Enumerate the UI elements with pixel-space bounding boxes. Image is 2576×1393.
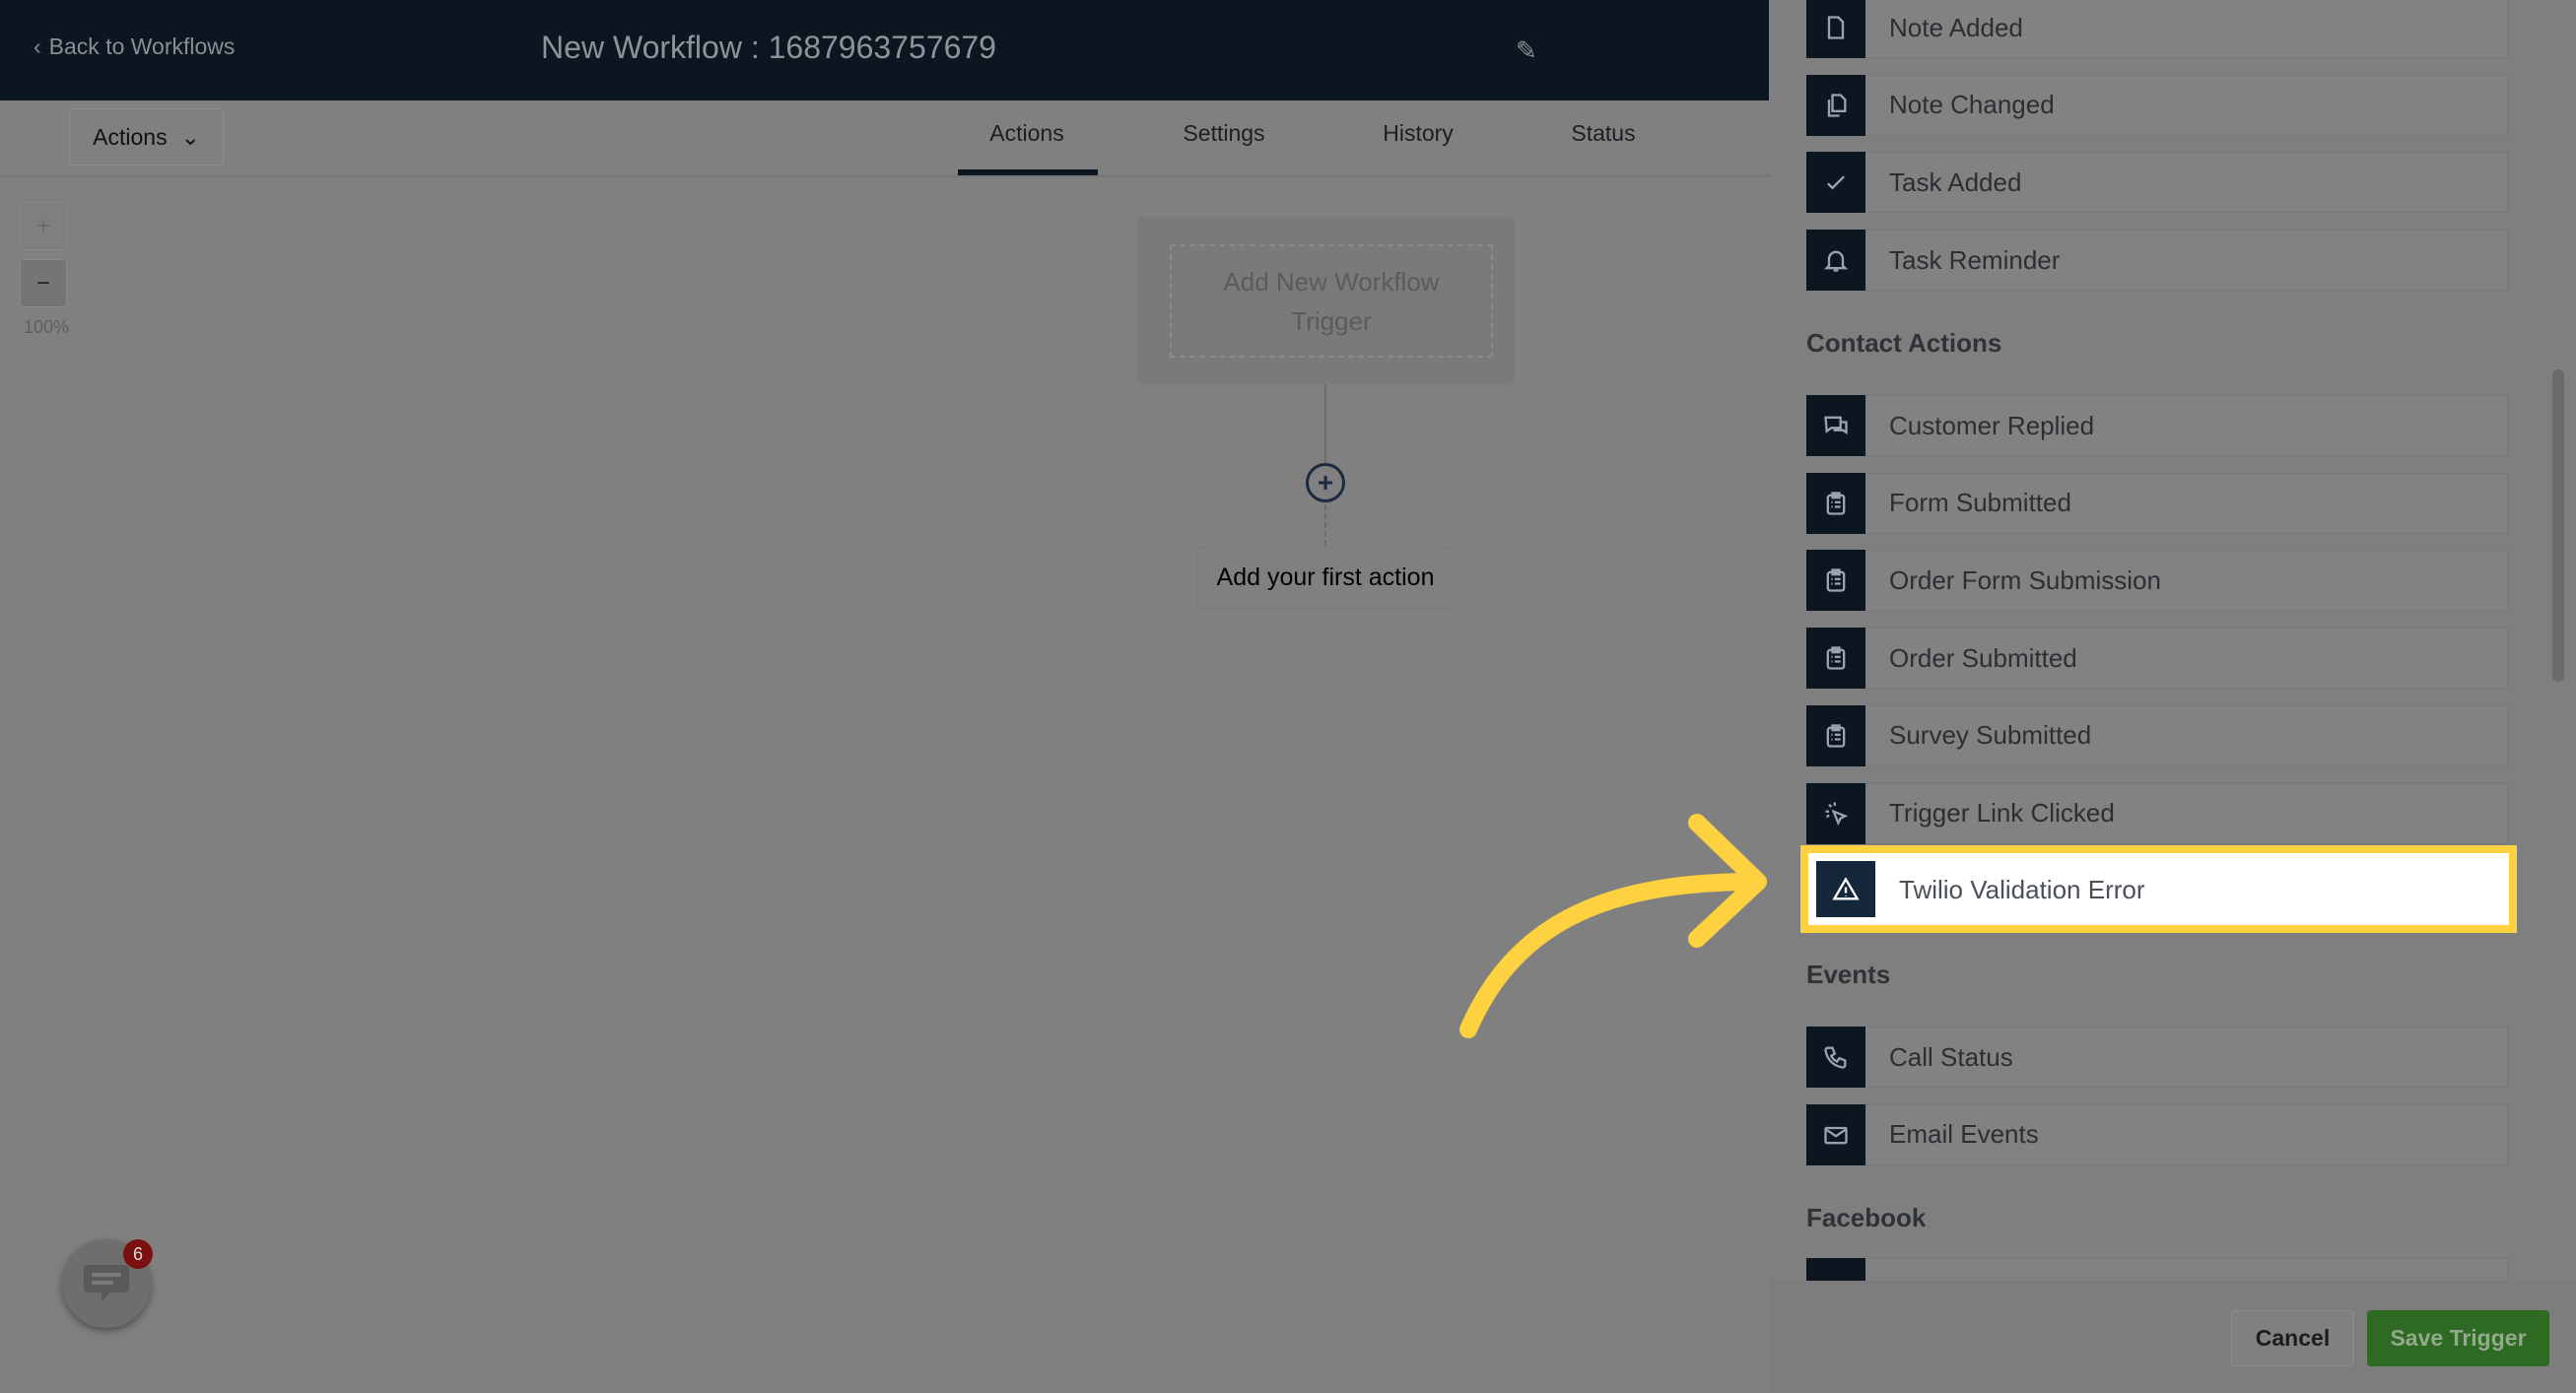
item-label: Order Submitted	[1889, 642, 2077, 673]
trigger-item[interactable]: Order Submitted	[1806, 628, 2508, 690]
zoom-out-button[interactable]: −	[20, 259, 67, 307]
warning-icon	[1816, 861, 1875, 917]
cancel-button[interactable]: Cancel	[2231, 1310, 2354, 1366]
yellow-arrow-annotation	[1459, 814, 1767, 1038]
chevron-down-icon: ⌄	[180, 123, 200, 150]
trigger-item[interactable]: Order Form Submission	[1806, 550, 2508, 612]
item-label: Form Submitted	[1889, 488, 2071, 518]
trigger-item[interactable]: Form Submitted	[1806, 472, 2508, 534]
actions-dropdown[interactable]: Actions ⌄	[69, 108, 224, 166]
item-label: Trigger Link Clicked	[1889, 798, 2115, 828]
add-first-action[interactable]: Add your first action	[1197, 547, 1454, 608]
trigger-item[interactable]: Survey Submitted	[1806, 704, 2508, 766]
item-label: Note Added	[1889, 12, 2023, 42]
actions-dropdown-label: Actions	[93, 123, 168, 150]
item-label: Task Added	[1889, 166, 2022, 197]
section-heading-events: Events	[1806, 960, 1891, 989]
section-heading-facebook: Facebook	[1806, 1203, 1927, 1232]
bell-icon	[1806, 230, 1865, 292]
connector-dashed	[1324, 504, 1326, 546]
phone-icon	[1806, 1027, 1865, 1088]
trigger-item[interactable]: Task Added	[1806, 152, 2508, 214]
chat-icon	[1806, 395, 1865, 456]
check-icon	[1806, 152, 1865, 214]
zoom-level: 100%	[24, 317, 70, 337]
workflow-title: New Workflow : 1687963757679	[541, 30, 996, 65]
tab-actions[interactable]: Actions	[989, 120, 1063, 147]
trigger-item-twilio-validation-error[interactable]: Twilio Validation Error	[1800, 845, 2517, 933]
item-label: Order Form Submission	[1889, 564, 2161, 595]
tab-bar	[0, 100, 1769, 177]
panel-scrollbar[interactable]	[2552, 369, 2564, 682]
save-trigger-button[interactable]: Save Trigger	[2367, 1310, 2549, 1366]
clipboard-icon	[1806, 550, 1865, 612]
item-label: Note Changed	[1889, 90, 2055, 120]
add-action-plus-icon[interactable]: +	[1306, 463, 1345, 502]
item-label: Call Status	[1889, 1041, 2013, 1072]
item-label: Email Events	[1889, 1119, 2039, 1150]
item-label: Customer Replied	[1889, 410, 2095, 440]
chat-icon	[84, 1265, 129, 1302]
trigger-item[interactable]: Call Status	[1806, 1027, 2508, 1088]
file-icon	[1806, 0, 1865, 58]
clipboard-icon	[1806, 704, 1865, 766]
item-label: Task Reminder	[1889, 244, 2061, 275]
clipboard-icon	[1806, 628, 1865, 690]
tab-status[interactable]: Status	[1571, 120, 1635, 147]
item-label: Twilio Validation Error	[1899, 875, 2145, 904]
trigger-item[interactable]: Email Events	[1806, 1103, 2508, 1165]
active-tab-indicator	[958, 169, 1098, 175]
add-trigger-placeholder[interactable]: Add New Workflow Trigger	[1170, 244, 1493, 358]
cursor-click-icon	[1806, 782, 1865, 844]
files-icon	[1806, 74, 1865, 136]
trigger-item[interactable]: Note Changed	[1806, 74, 2508, 136]
trigger-item[interactable]: Customer Replied	[1806, 395, 2508, 456]
tab-settings[interactable]: Settings	[1183, 120, 1264, 147]
trigger-item[interactable]: Task Reminder	[1806, 230, 2508, 292]
tab-history[interactable]: History	[1383, 120, 1454, 147]
zoom-in-button[interactable]: +	[20, 202, 67, 250]
section-heading-contact-actions: Contact Actions	[1806, 328, 2002, 358]
notification-badge: 6	[123, 1239, 153, 1269]
trigger-item[interactable]: Note Added	[1806, 0, 2508, 58]
item-label: Survey Submitted	[1889, 720, 2092, 751]
trigger-item[interactable]: Trigger Link Clicked	[1806, 782, 2508, 844]
edit-pencil-icon[interactable]: ✎	[1516, 35, 1537, 66]
connector-line	[1324, 384, 1326, 463]
clipboard-icon	[1806, 472, 1865, 534]
mail-icon	[1806, 1103, 1865, 1165]
